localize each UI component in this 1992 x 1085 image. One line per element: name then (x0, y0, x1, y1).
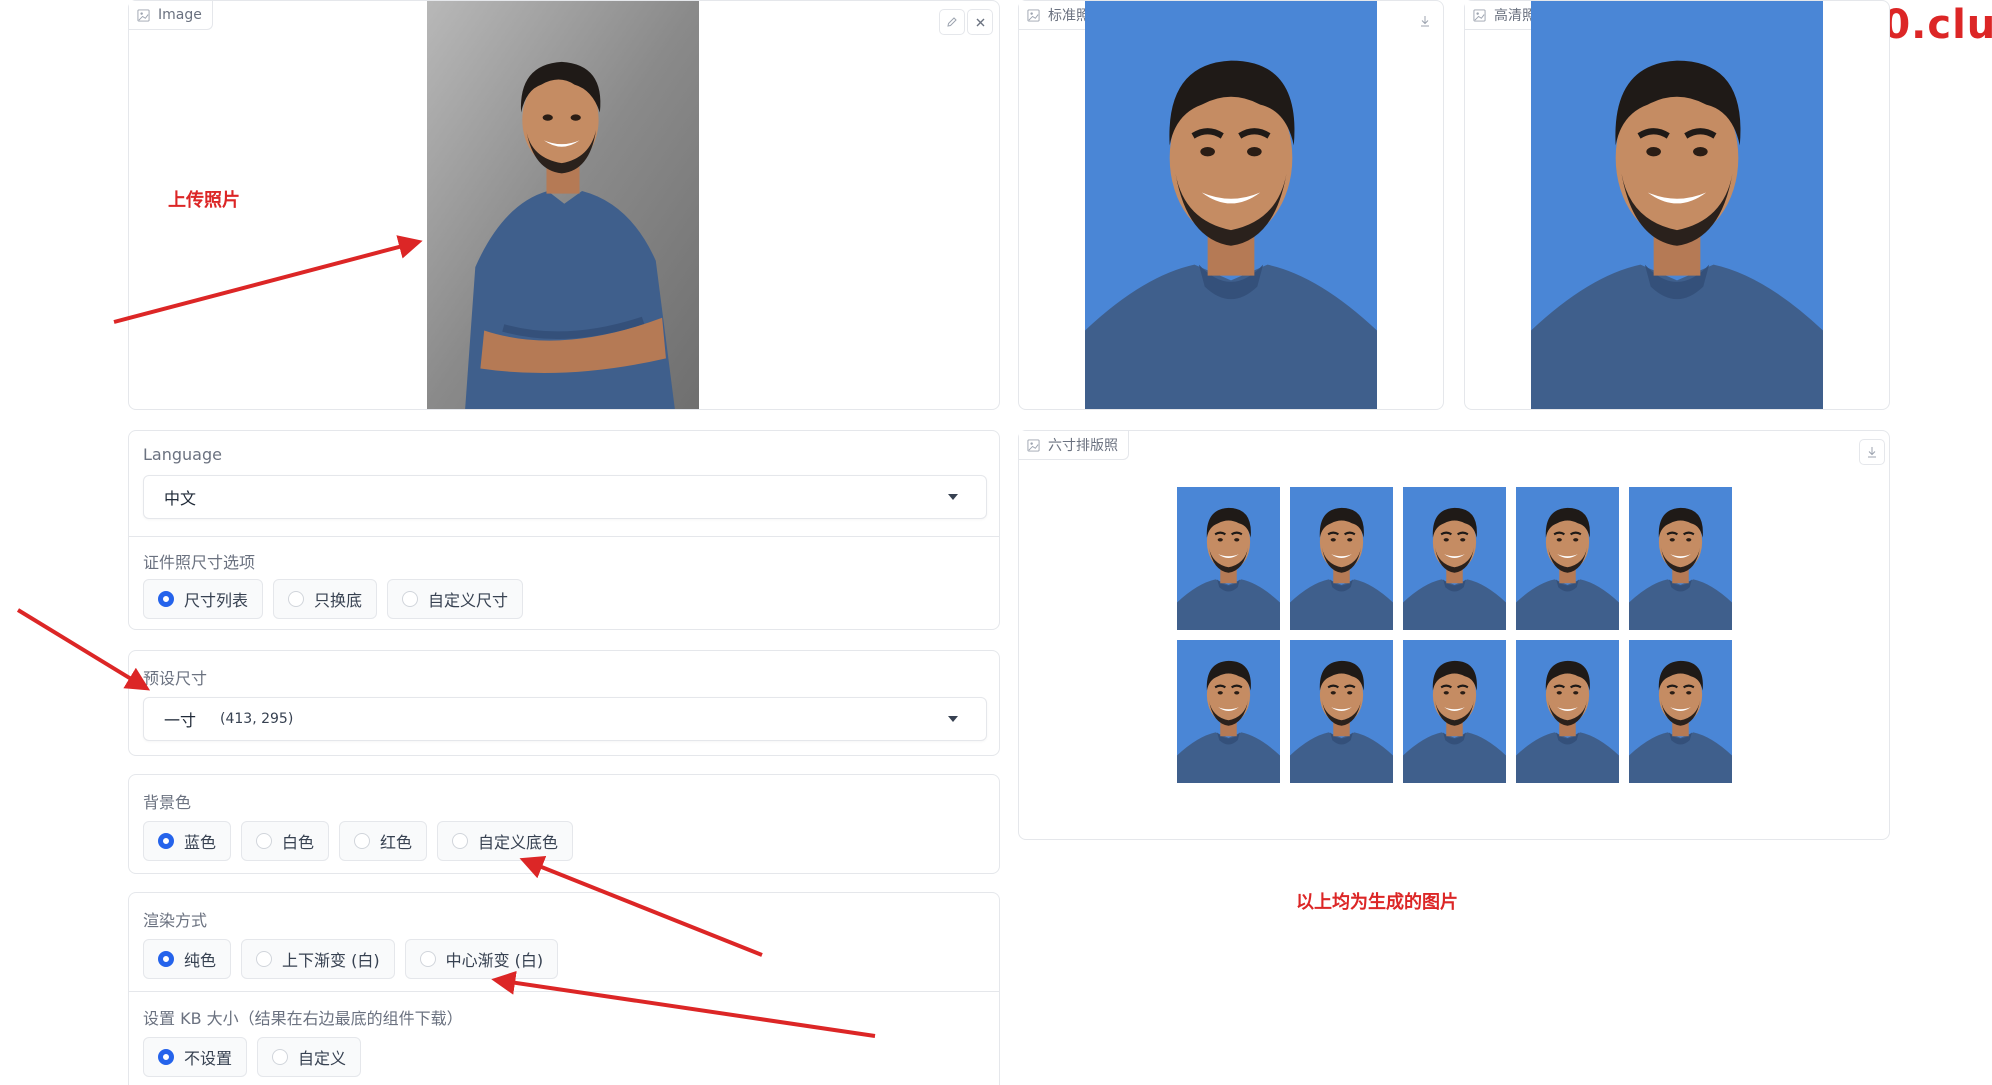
radio-dot (402, 591, 419, 607)
layout-grid (1177, 487, 1737, 783)
background-group: 蓝色 白色 红色 自定义底色 (143, 821, 574, 861)
pencil-icon (947, 17, 957, 27)
download-standard-button[interactable] (1413, 9, 1437, 33)
chevron-down-icon (948, 494, 958, 500)
standard-photo-panel[interactable]: 标准照 (1018, 0, 1444, 410)
radio-dot (158, 591, 174, 607)
radio-red[interactable]: 红色 (339, 821, 428, 861)
standard-photo (1085, 1, 1377, 409)
language-select[interactable]: 中文 (143, 475, 987, 519)
radio-size-list[interactable]: 尺寸列表 (143, 579, 264, 619)
radio-label: 自定义尺寸 (428, 591, 509, 610)
divider (129, 991, 999, 992)
preset-size-select[interactable]: 一寸 (413, 295) (143, 697, 987, 741)
input-image-panel[interactable]: Image (128, 0, 1000, 410)
divider (129, 536, 999, 537)
radio-custom-size[interactable]: 自定义尺寸 (387, 579, 524, 619)
preset-size-label: 预设尺寸 (143, 669, 208, 688)
radio-label: 红色 (380, 833, 413, 852)
size-option-group: 尺寸列表 只换底 自定义尺寸 (143, 579, 524, 619)
image-icon (137, 8, 150, 22)
input-image-label: Image (158, 7, 202, 23)
hd-photo (1531, 1, 1823, 409)
preset-size-block: 预设尺寸 一寸 (413, 295) (128, 650, 1000, 756)
image-icon (1027, 438, 1040, 452)
radio-label: 上下渐变 (白) (282, 951, 380, 970)
download-icon (1868, 447, 1876, 458)
radio-dot (288, 591, 305, 607)
upload-annotation: 上传照片 (168, 190, 240, 211)
close-icon (976, 18, 984, 26)
layout-photo-tag: 六寸排版照 (1019, 431, 1129, 460)
clear-button[interactable] (967, 9, 993, 35)
radio-no-limit[interactable]: 不设置 (143, 1037, 248, 1077)
radio-dot (256, 833, 273, 849)
language-label: Language (143, 445, 222, 464)
layout-photo-thumb (1516, 640, 1619, 783)
radio-dot (419, 951, 436, 967)
kb-size-group: 不设置 自定义 (143, 1037, 362, 1077)
radio-dot (256, 951, 273, 967)
background-label: 背景色 (143, 793, 192, 812)
radio-label: 自定义底色 (478, 833, 559, 852)
radio-solid[interactable]: 纯色 (143, 939, 232, 979)
image-icon (1473, 8, 1486, 22)
radio-change-bg-only[interactable]: 只换底 (273, 579, 378, 619)
kb-size-label: 设置 KB 大小（结果在右边最底的组件下载） (143, 1009, 463, 1028)
layout-photo-thumb (1629, 487, 1732, 630)
radio-blue[interactable]: 蓝色 (143, 821, 232, 861)
size-option-label: 证件照尺寸选项 (143, 553, 256, 572)
settings-block-1: Language 中文 证件照尺寸选项 尺寸列表 只换底 自定义尺寸 (128, 430, 1000, 630)
radio-custom-color[interactable]: 自定义底色 (437, 821, 574, 861)
radio-dot (158, 1049, 174, 1065)
hd-photo-panel[interactable]: 高清照 (1464, 0, 1890, 410)
radio-center-gradient[interactable]: 中心渐变 (白) (404, 939, 559, 979)
layout-photo-thumb (1516, 487, 1619, 630)
radio-label: 自定义 (298, 1049, 347, 1068)
hd-photo-label: 高清照 (1494, 8, 1536, 24)
layout-photo-thumb (1290, 640, 1393, 783)
radio-label: 尺寸列表 (184, 591, 249, 610)
download-icon (1421, 16, 1429, 27)
layout-photo-label: 六寸排版照 (1048, 438, 1118, 454)
background-color-block: 背景色 蓝色 白色 红色 自定义底色 (128, 774, 1000, 874)
radio-label: 白色 (282, 833, 315, 852)
radio-dot (158, 951, 174, 967)
chevron-down-icon (948, 716, 958, 722)
layout-photo-thumb (1290, 487, 1393, 630)
radio-label: 只换底 (314, 591, 363, 610)
preset-size-dims: (413, 295) (220, 711, 294, 727)
radio-white[interactable]: 白色 (241, 821, 330, 861)
render-group: 纯色 上下渐变 (白) 中心渐变 (白) (143, 939, 559, 979)
layout-photo-thumb (1403, 487, 1506, 630)
radio-dot (452, 833, 469, 849)
layout-photo-thumb (1629, 640, 1732, 783)
image-icon (1027, 8, 1040, 22)
layout-photo-thumb (1403, 640, 1506, 783)
standard-photo-label: 标准照 (1048, 8, 1090, 24)
radio-label: 中心渐变 (白) (445, 951, 544, 970)
layout-photo-thumb (1177, 487, 1280, 630)
uploaded-photo (427, 1, 699, 409)
language-value: 中文 (164, 489, 197, 508)
radio-label: 蓝色 (184, 833, 217, 852)
radio-label: 纯色 (184, 951, 217, 970)
preset-size-value: 一寸 (164, 711, 197, 730)
radio-vertical-gradient[interactable]: 上下渐变 (白) (241, 939, 395, 979)
render-kb-block: 渲染方式 纯色 上下渐变 (白) 中心渐变 (白) 设置 KB 大小（结果在右边… (128, 892, 1000, 1085)
radio-dot (272, 1049, 289, 1065)
download-layout-button[interactable] (1859, 439, 1885, 465)
radio-dot (354, 833, 371, 849)
edit-button[interactable] (939, 9, 965, 35)
layout-photo-panel[interactable]: 六寸排版照 (1018, 430, 1890, 840)
radio-custom-kb[interactable]: 自定义 (257, 1037, 362, 1077)
input-image-tag: Image (129, 1, 213, 30)
generated-annotation: 以上均为生成的图片 (1296, 892, 1458, 913)
layout-photo-thumb (1177, 640, 1280, 783)
render-label: 渲染方式 (143, 911, 208, 930)
radio-dot (158, 833, 174, 849)
radio-label: 不设置 (184, 1049, 233, 1068)
